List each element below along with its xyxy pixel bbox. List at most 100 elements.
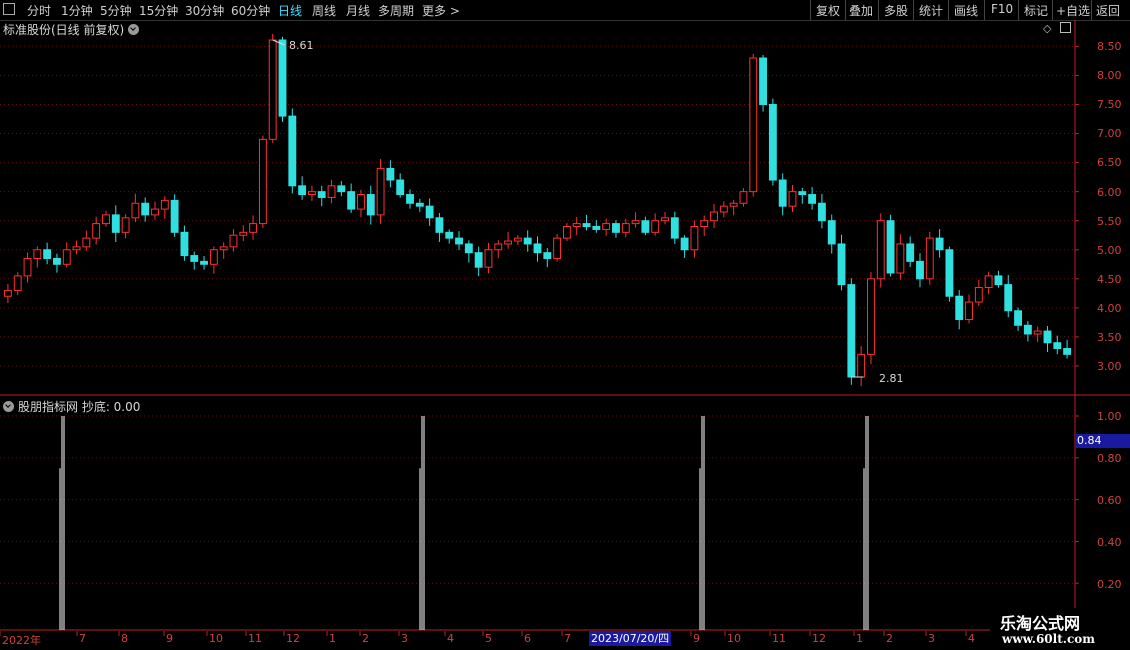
candle-body <box>896 243 905 274</box>
date-label: 9 <box>166 632 173 645</box>
candle-body <box>1023 324 1032 335</box>
candle-body <box>92 223 101 239</box>
candle-body <box>3 289 12 297</box>
date-label: 11 <box>772 632 786 645</box>
date-axis: 2022年 7 8 9 10 11 12 1 2 3 4 5 6 7 2023/… <box>0 631 1075 647</box>
candle-body <box>749 57 758 193</box>
candle-body <box>582 223 591 228</box>
price-tick: 6.00 <box>1097 186 1122 199</box>
indicator-title: 股朋指标网 抄底: 0.00 <box>18 400 141 414</box>
date-label: 10 <box>727 632 741 645</box>
candle-body <box>298 185 307 196</box>
indicator-tick: 0.40 <box>1097 536 1122 549</box>
candle-body <box>513 237 522 242</box>
price-tick: 8.50 <box>1097 40 1122 53</box>
candle-body <box>945 249 954 297</box>
candle-body <box>464 243 473 254</box>
chevron-down-icon[interactable] <box>3 401 14 412</box>
candle-body <box>13 275 22 291</box>
candle-body <box>445 231 454 239</box>
candle-body <box>1063 348 1072 355</box>
date-label: 2 <box>886 632 893 645</box>
date-label: 1 <box>856 632 863 645</box>
kline-chart[interactable] <box>0 0 1130 650</box>
candle-body <box>729 202 738 207</box>
candle-body <box>788 191 797 207</box>
candle-body <box>317 191 326 198</box>
candle-body <box>719 205 728 213</box>
cursor-value-badge: 0.84 <box>1075 434 1130 448</box>
candle-body <box>925 237 934 280</box>
candle-body <box>857 353 866 378</box>
candle-body <box>670 217 679 239</box>
candle-body <box>916 260 924 280</box>
price-tick: 4.00 <box>1097 302 1122 315</box>
indicator-tick: 0.20 <box>1097 578 1122 591</box>
candle-body <box>504 240 513 245</box>
price-tick: 5.50 <box>1097 215 1122 228</box>
min-price-label: 2.81 <box>879 372 904 385</box>
candle-body <box>396 179 405 196</box>
candle-body <box>307 191 316 196</box>
candle-body <box>219 246 228 251</box>
candle-body <box>62 249 71 265</box>
candle-body <box>661 217 669 222</box>
candle-body <box>160 199 169 210</box>
candle-body <box>474 252 483 268</box>
candle-body <box>249 223 258 233</box>
price-tick: 4.50 <box>1097 273 1122 286</box>
date-label: 3 <box>928 632 935 645</box>
candle-body <box>935 237 944 251</box>
date-label: 9 <box>693 632 700 645</box>
candle-body <box>651 220 660 233</box>
candle-body <box>484 249 493 268</box>
candle-body <box>562 226 571 239</box>
candle-body <box>847 284 856 378</box>
date-label: 10 <box>209 632 223 645</box>
candle-body <box>111 214 120 233</box>
price-tick: 7.50 <box>1097 98 1122 111</box>
candle-body <box>190 255 199 262</box>
candle-body <box>906 243 915 262</box>
candle-body <box>1043 330 1052 344</box>
candle-body <box>523 237 532 245</box>
date-label: 5 <box>485 632 492 645</box>
candle-body <box>572 223 581 228</box>
candle-body <box>82 237 91 248</box>
candle-body <box>327 185 336 198</box>
date-label: 12 <box>286 632 300 645</box>
candle-body <box>680 237 689 251</box>
candle-body <box>455 237 463 245</box>
candle-body <box>239 231 248 236</box>
candle-body <box>955 295 964 320</box>
candle-body <box>768 103 777 181</box>
date-label: 3 <box>401 632 408 645</box>
indicator-tick: 0.80 <box>1097 452 1122 465</box>
date-label: 12 <box>812 632 826 645</box>
candle-body <box>386 167 395 181</box>
price-tick: 8.00 <box>1097 69 1122 82</box>
candle-body <box>817 202 826 222</box>
candle-body <box>43 249 52 259</box>
indicator-tick: 0.60 <box>1097 494 1122 507</box>
price-tick: 6.50 <box>1097 156 1122 169</box>
candle-body <box>23 257 32 277</box>
candle-body <box>180 231 189 257</box>
candle-body <box>631 220 640 225</box>
candle-body <box>209 249 218 265</box>
candle-body <box>621 223 630 233</box>
candle-body <box>415 202 424 207</box>
candle-body <box>798 191 807 196</box>
candle-body <box>543 252 552 259</box>
candle-body <box>700 220 709 228</box>
candle-body <box>1033 330 1042 335</box>
candle-body <box>710 211 718 222</box>
date-label: 4 <box>968 632 975 645</box>
date-label: 7 <box>79 632 86 645</box>
candle-body <box>376 167 385 216</box>
max-price-label: 8.61 <box>289 39 314 52</box>
candle-body <box>1004 284 1013 312</box>
date-label: 4 <box>447 632 454 645</box>
candle-body <box>602 223 611 230</box>
candle-body <box>984 275 993 289</box>
